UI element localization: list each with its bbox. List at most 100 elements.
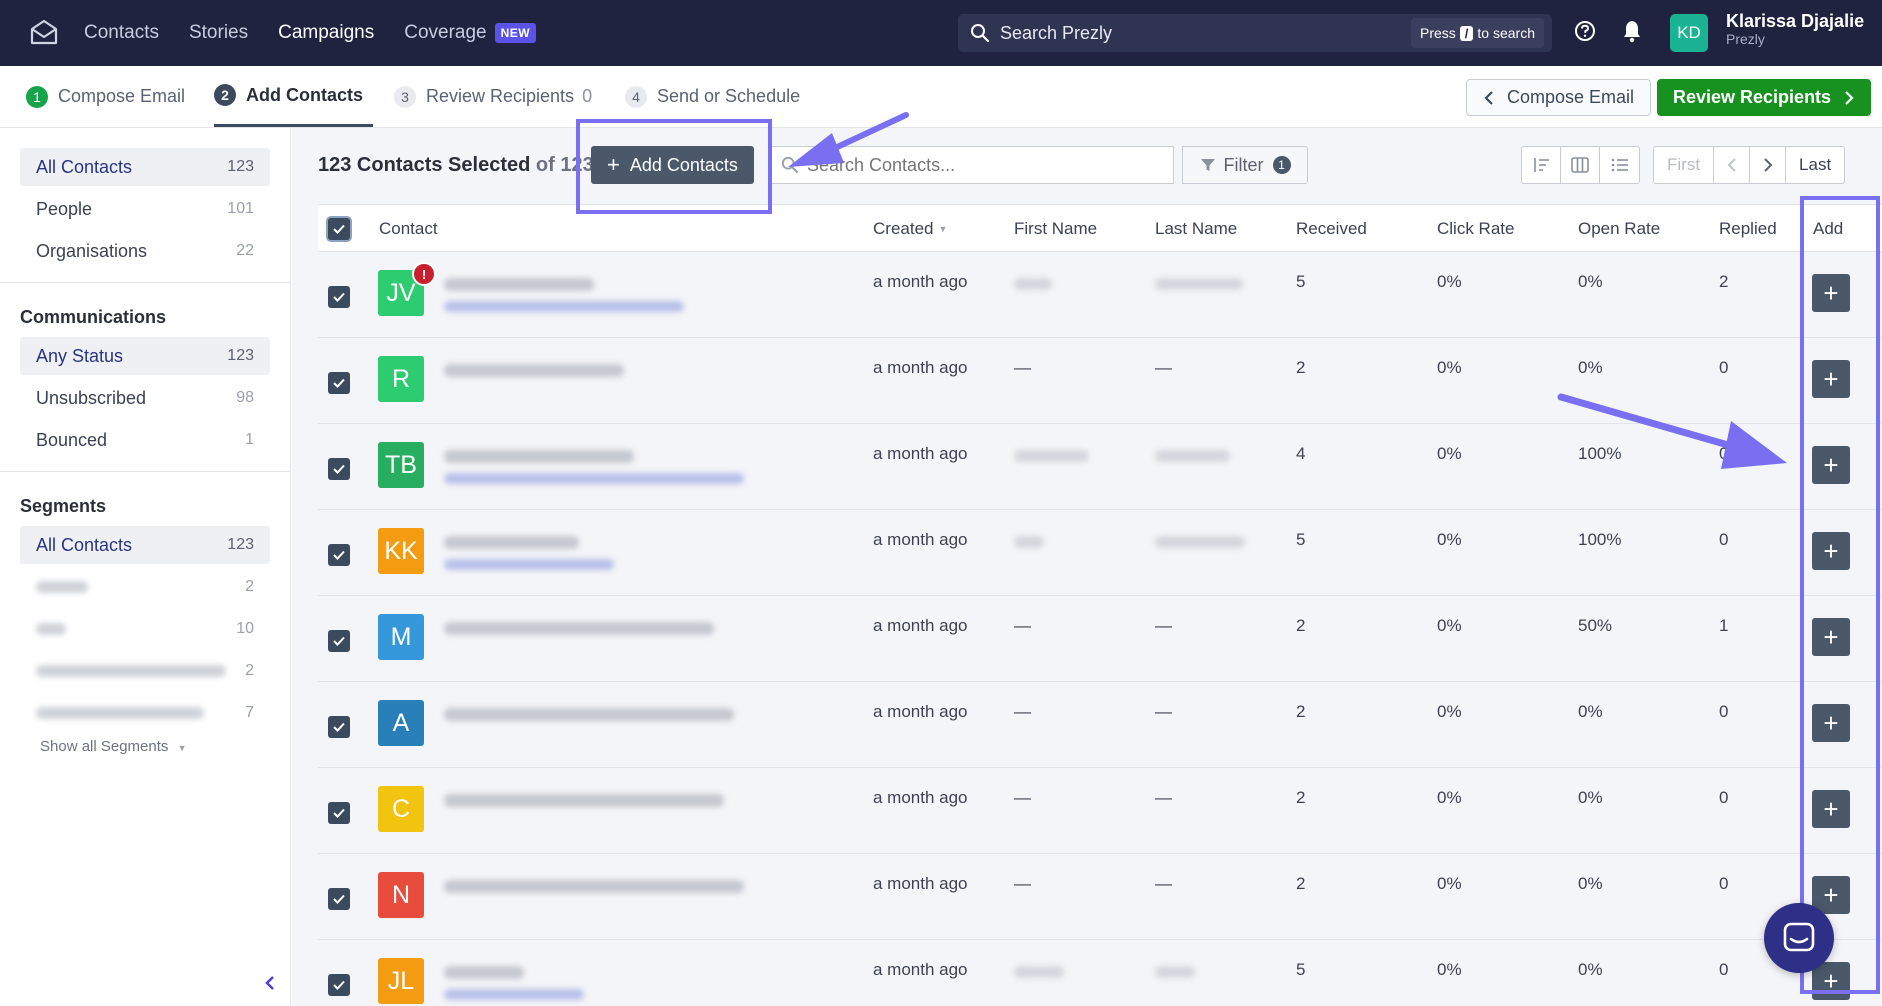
last-page-button[interactable]: Last — [1786, 147, 1844, 183]
col-last-name[interactable]: Last Name — [1155, 205, 1237, 253]
row-checkbox[interactable] — [328, 888, 350, 910]
segment-all-contacts[interactable]: All Contacts 123 — [20, 526, 270, 564]
nav-link-contacts[interactable]: Contacts — [84, 22, 159, 44]
row-checkbox[interactable] — [328, 286, 350, 308]
checkbox[interactable] — [328, 802, 350, 824]
redacted-contact-name[interactable] — [444, 536, 579, 549]
prezly-logo-icon[interactable] — [24, 13, 64, 53]
redacted-contact-link[interactable] — [444, 301, 684, 312]
contact-avatar[interactable]: A — [378, 700, 424, 746]
nav-link-campaigns[interactable]: Campaigns — [278, 22, 374, 44]
step-compose-email[interactable]: 1 Compose Email — [26, 66, 185, 127]
notifications-bell-icon[interactable] — [1621, 19, 1643, 48]
redacted-first-name — [1014, 278, 1052, 290]
row-checkbox[interactable] — [328, 802, 350, 824]
redacted-contact-name[interactable] — [444, 880, 744, 893]
contact-avatar[interactable]: JL — [378, 958, 424, 1004]
redacted-contact-name[interactable] — [444, 278, 594, 291]
redacted-contact-name[interactable] — [444, 966, 524, 979]
segment-item[interactable]: 10 — [20, 610, 270, 648]
sidebar-item-people[interactable]: People 101 — [20, 190, 270, 228]
chevron-right-icon — [1845, 90, 1854, 105]
cell-first-name: — — [1014, 616, 1031, 635]
col-first-name[interactable]: First Name — [1014, 205, 1097, 253]
contact-avatar[interactable]: KK — [378, 528, 424, 574]
list-view-icon[interactable] — [1600, 147, 1639, 183]
segment-item[interactable]: 2 — [20, 652, 270, 690]
redacted-contact-name[interactable] — [444, 708, 734, 721]
contact-avatar[interactable]: N — [378, 872, 424, 918]
review-recipients-button[interactable]: Review Recipients — [1657, 79, 1872, 116]
nav-link-stories[interactable]: Stories — [189, 22, 248, 44]
segment-item[interactable]: 7 — [20, 694, 270, 732]
redacted-contact-name[interactable] — [444, 450, 634, 463]
table-row[interactable]: JV! a month ago 5 0% 0% 2 + — [318, 252, 1882, 338]
global-search-input[interactable]: Search Prezly Press / to search — [958, 14, 1552, 52]
checkbox[interactable] — [328, 888, 350, 910]
show-all-segments-link[interactable]: Show all Segments ▼ — [40, 738, 270, 755]
segment-item[interactable]: 2 — [20, 568, 270, 606]
table-row[interactable]: Aa month ago — —2 0% 0% 0 + — [318, 682, 1882, 768]
contact-avatar[interactable]: TB — [378, 442, 424, 488]
redacted-contact-name[interactable] — [444, 364, 624, 377]
row-checkbox[interactable] — [328, 458, 350, 480]
status-item-bounced[interactable]: Bounced 1 — [20, 421, 270, 459]
table-row[interactable]: KK a month ago 5 0% 100% 0 + — [318, 510, 1882, 596]
step-add-contacts[interactable]: 2 Add Contacts — [214, 66, 373, 127]
row-checkbox[interactable] — [328, 716, 350, 738]
row-checkbox[interactable] — [328, 544, 350, 566]
filter-button[interactable]: Filter 1 — [1182, 146, 1308, 184]
row-checkbox[interactable] — [328, 372, 350, 394]
sort-view-icon[interactable] — [1522, 147, 1561, 183]
prev-page-icon[interactable] — [1714, 147, 1751, 183]
col-replied[interactable]: Replied — [1719, 205, 1777, 253]
collapse-sidebar-icon[interactable] — [264, 974, 276, 997]
col-open-rate[interactable]: Open Rate — [1578, 205, 1660, 253]
checkbox[interactable] — [328, 372, 350, 394]
next-page-icon[interactable] — [1750, 147, 1787, 183]
user-name[interactable]: Klarissa Djajalie — [1726, 11, 1864, 32]
help-icon[interactable] — [1574, 20, 1596, 47]
checkbox[interactable] — [328, 286, 350, 308]
first-page-button[interactable]: First — [1654, 147, 1715, 183]
step-send-or-schedule[interactable]: 4 Send or Schedule — [625, 66, 800, 127]
redacted-contact-name[interactable] — [444, 622, 714, 635]
table-row[interactable]: Ma month ago — —2 0% 50% 1 + — [318, 596, 1882, 682]
redacted-segment-name — [36, 581, 88, 593]
contact-avatar[interactable]: C — [378, 786, 424, 832]
status-item-any-status[interactable]: Any Status 123 — [20, 337, 270, 375]
columns-view-icon[interactable] — [1561, 147, 1600, 183]
redacted-contact-link[interactable] — [444, 473, 744, 484]
redacted-first-name — [1014, 536, 1044, 548]
checkbox[interactable] — [328, 716, 350, 738]
sidebar-item-all-contacts[interactable]: All Contacts 123 — [20, 148, 270, 186]
select-all-checkbox[interactable] — [328, 205, 350, 253]
status-item-unsubscribed[interactable]: Unsubscribed 98 — [20, 379, 270, 417]
col-click-rate[interactable]: Click Rate — [1437, 205, 1514, 253]
sidebar-item-organisations[interactable]: Organisations 22 — [20, 232, 270, 270]
checkbox[interactable] — [328, 218, 350, 240]
col-contact[interactable]: Contact — [379, 205, 438, 253]
contact-avatar[interactable]: M — [378, 614, 424, 660]
user-avatar[interactable]: KD — [1670, 14, 1708, 52]
redacted-contact-link[interactable] — [444, 559, 614, 570]
step-review-recipients[interactable]: 3 Review Recipients 0 — [394, 66, 592, 127]
table-row[interactable]: JL a month ago 5 0% 0% 0 + — [318, 940, 1882, 1006]
redacted-contact-link[interactable] — [444, 989, 584, 1000]
col-created[interactable]: Created — [873, 205, 947, 253]
row-checkbox[interactable] — [328, 974, 350, 996]
checkbox[interactable] — [328, 544, 350, 566]
back-compose-email-button[interactable]: Compose Email — [1466, 79, 1652, 116]
checkbox[interactable] — [328, 458, 350, 480]
col-received[interactable]: Received — [1296, 205, 1367, 253]
nav-link-coverage[interactable]: Coverage NEW — [404, 22, 537, 44]
table-row[interactable]: Na month ago — —2 0% 0% 0 + — [318, 854, 1882, 940]
contact-avatar[interactable]: R — [378, 356, 424, 402]
checkbox[interactable] — [328, 630, 350, 652]
table-row[interactable]: Ca month ago — —2 0% 0% 0 + — [318, 768, 1882, 854]
chat-widget-icon[interactable] — [1764, 903, 1834, 973]
row-checkbox[interactable] — [328, 630, 350, 652]
checkbox[interactable] — [328, 974, 350, 996]
view-toggles — [1521, 146, 1640, 184]
redacted-contact-name[interactable] — [444, 794, 724, 807]
